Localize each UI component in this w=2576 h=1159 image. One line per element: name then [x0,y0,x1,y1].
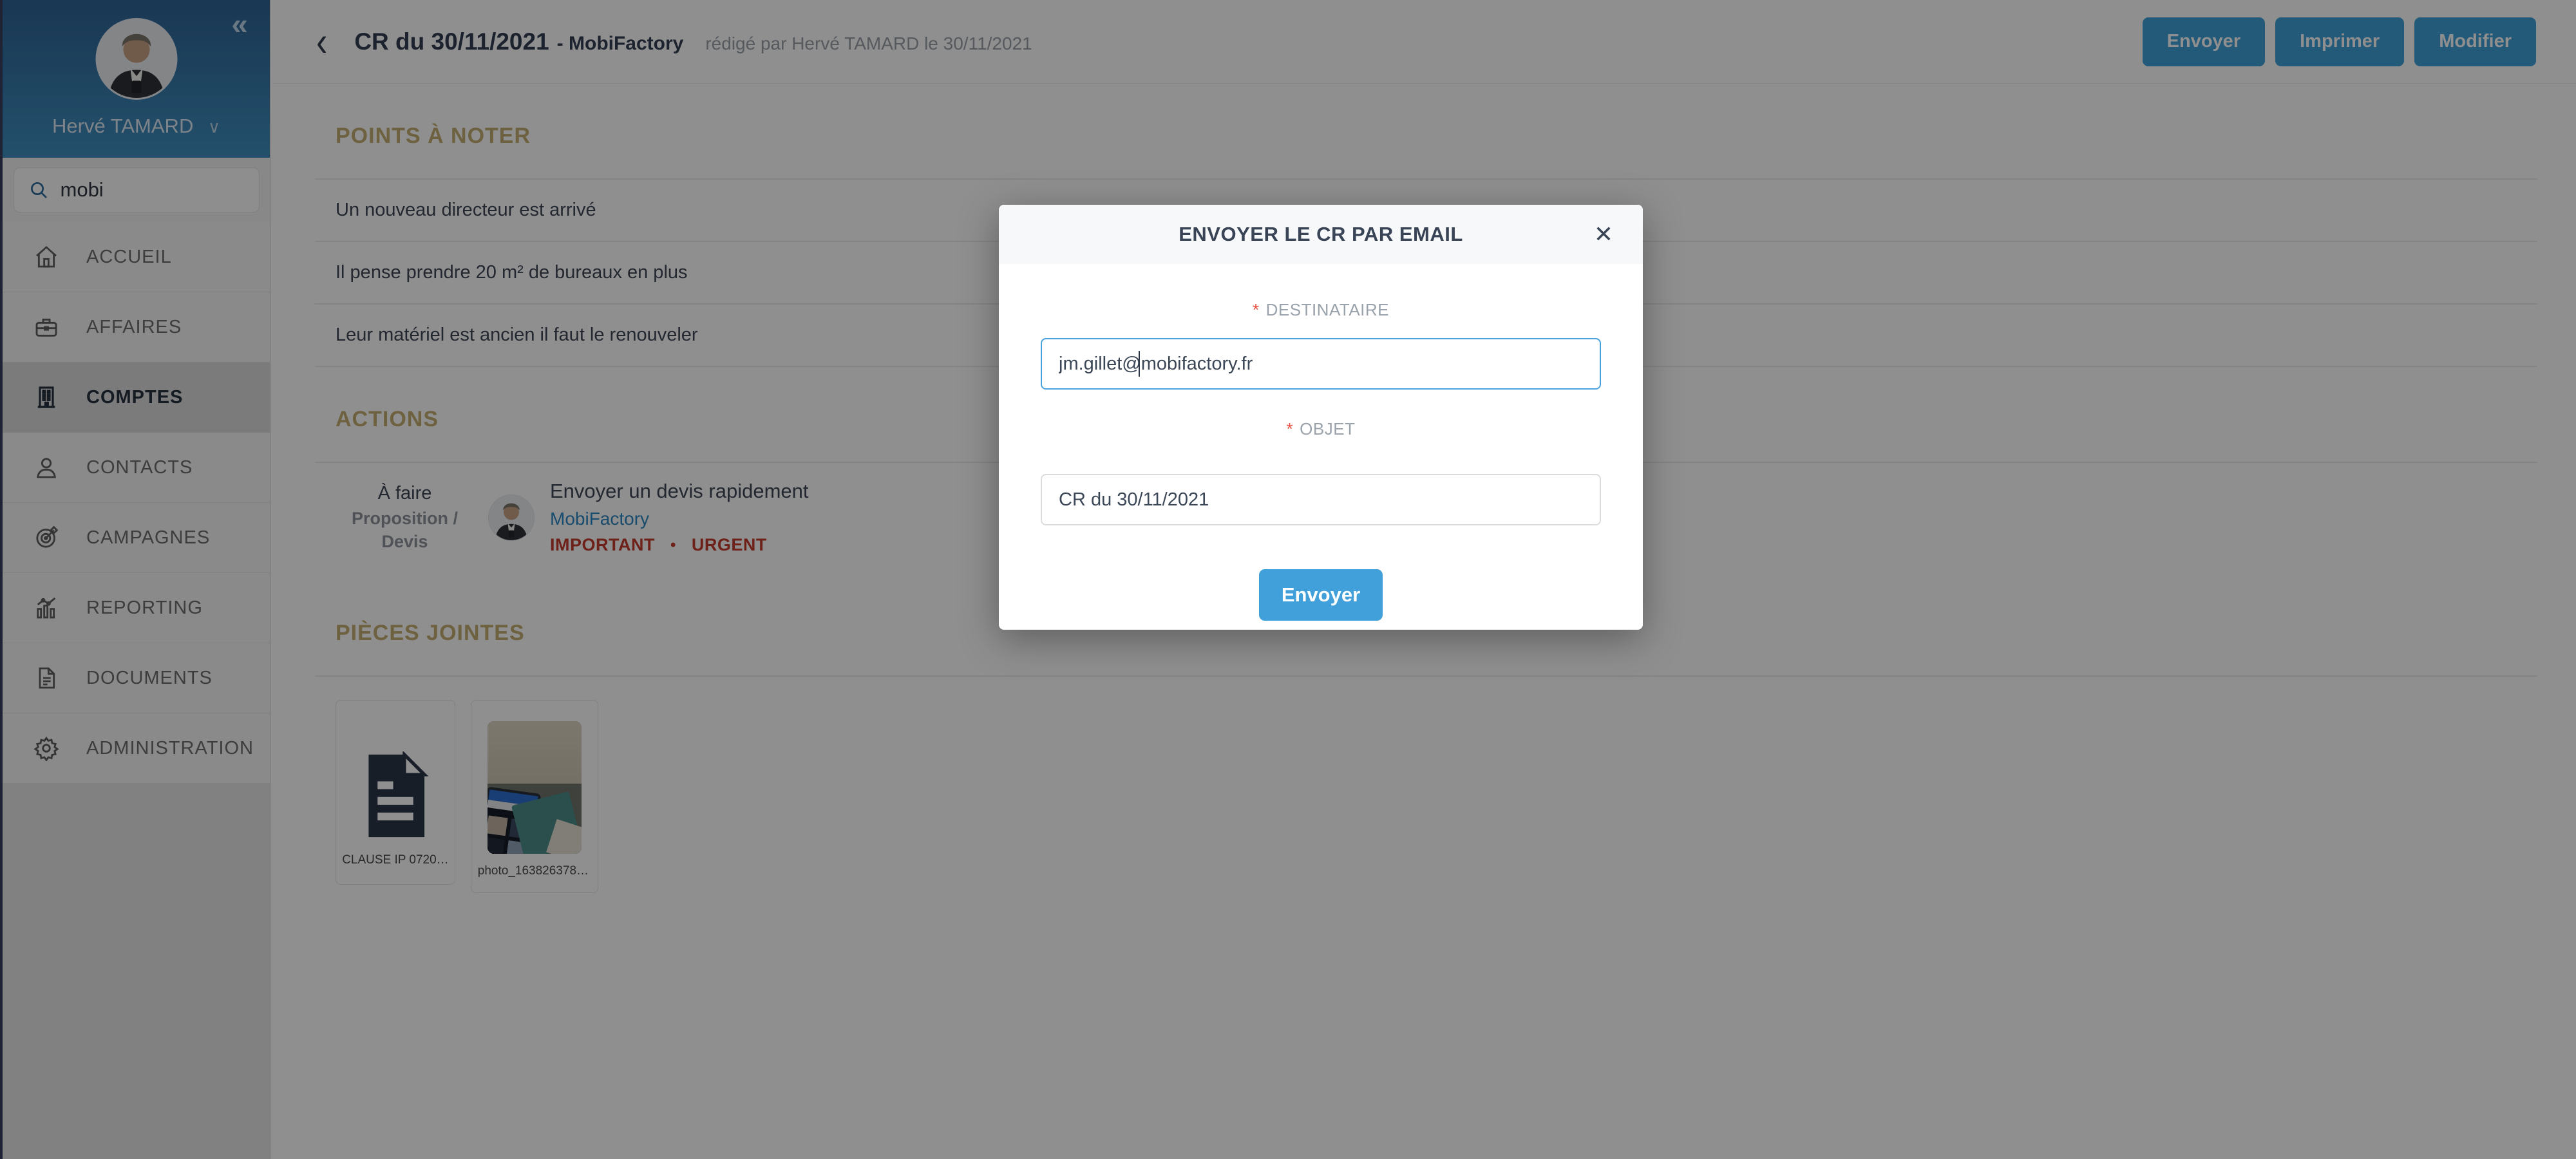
recipient-input-wrap [1041,338,1601,390]
close-icon[interactable]: ✕ [1594,221,1613,248]
recipient-input[interactable] [1041,338,1601,390]
recipient-label: *DESTINATAIRE [999,300,1643,320]
app-window: « Hervé TAMARD ∨ [0,0,2576,1159]
subject-input-wrap [1041,457,1601,525]
subject-input[interactable] [1041,474,1601,525]
modal-header: ENVOYER LE CR PAR EMAIL ✕ [999,205,1643,264]
required-mark: * [1287,419,1294,438]
send-email-modal: ENVOYER LE CR PAR EMAIL ✕ *DESTINATAIRE … [999,205,1643,630]
modal-title: ENVOYER LE CR PAR EMAIL [1179,223,1463,246]
modal-send-button[interactable]: Envoyer [1259,569,1383,621]
text-cursor [1139,351,1140,377]
required-mark: * [1253,300,1260,319]
subject-label: *OBJET [999,419,1643,439]
